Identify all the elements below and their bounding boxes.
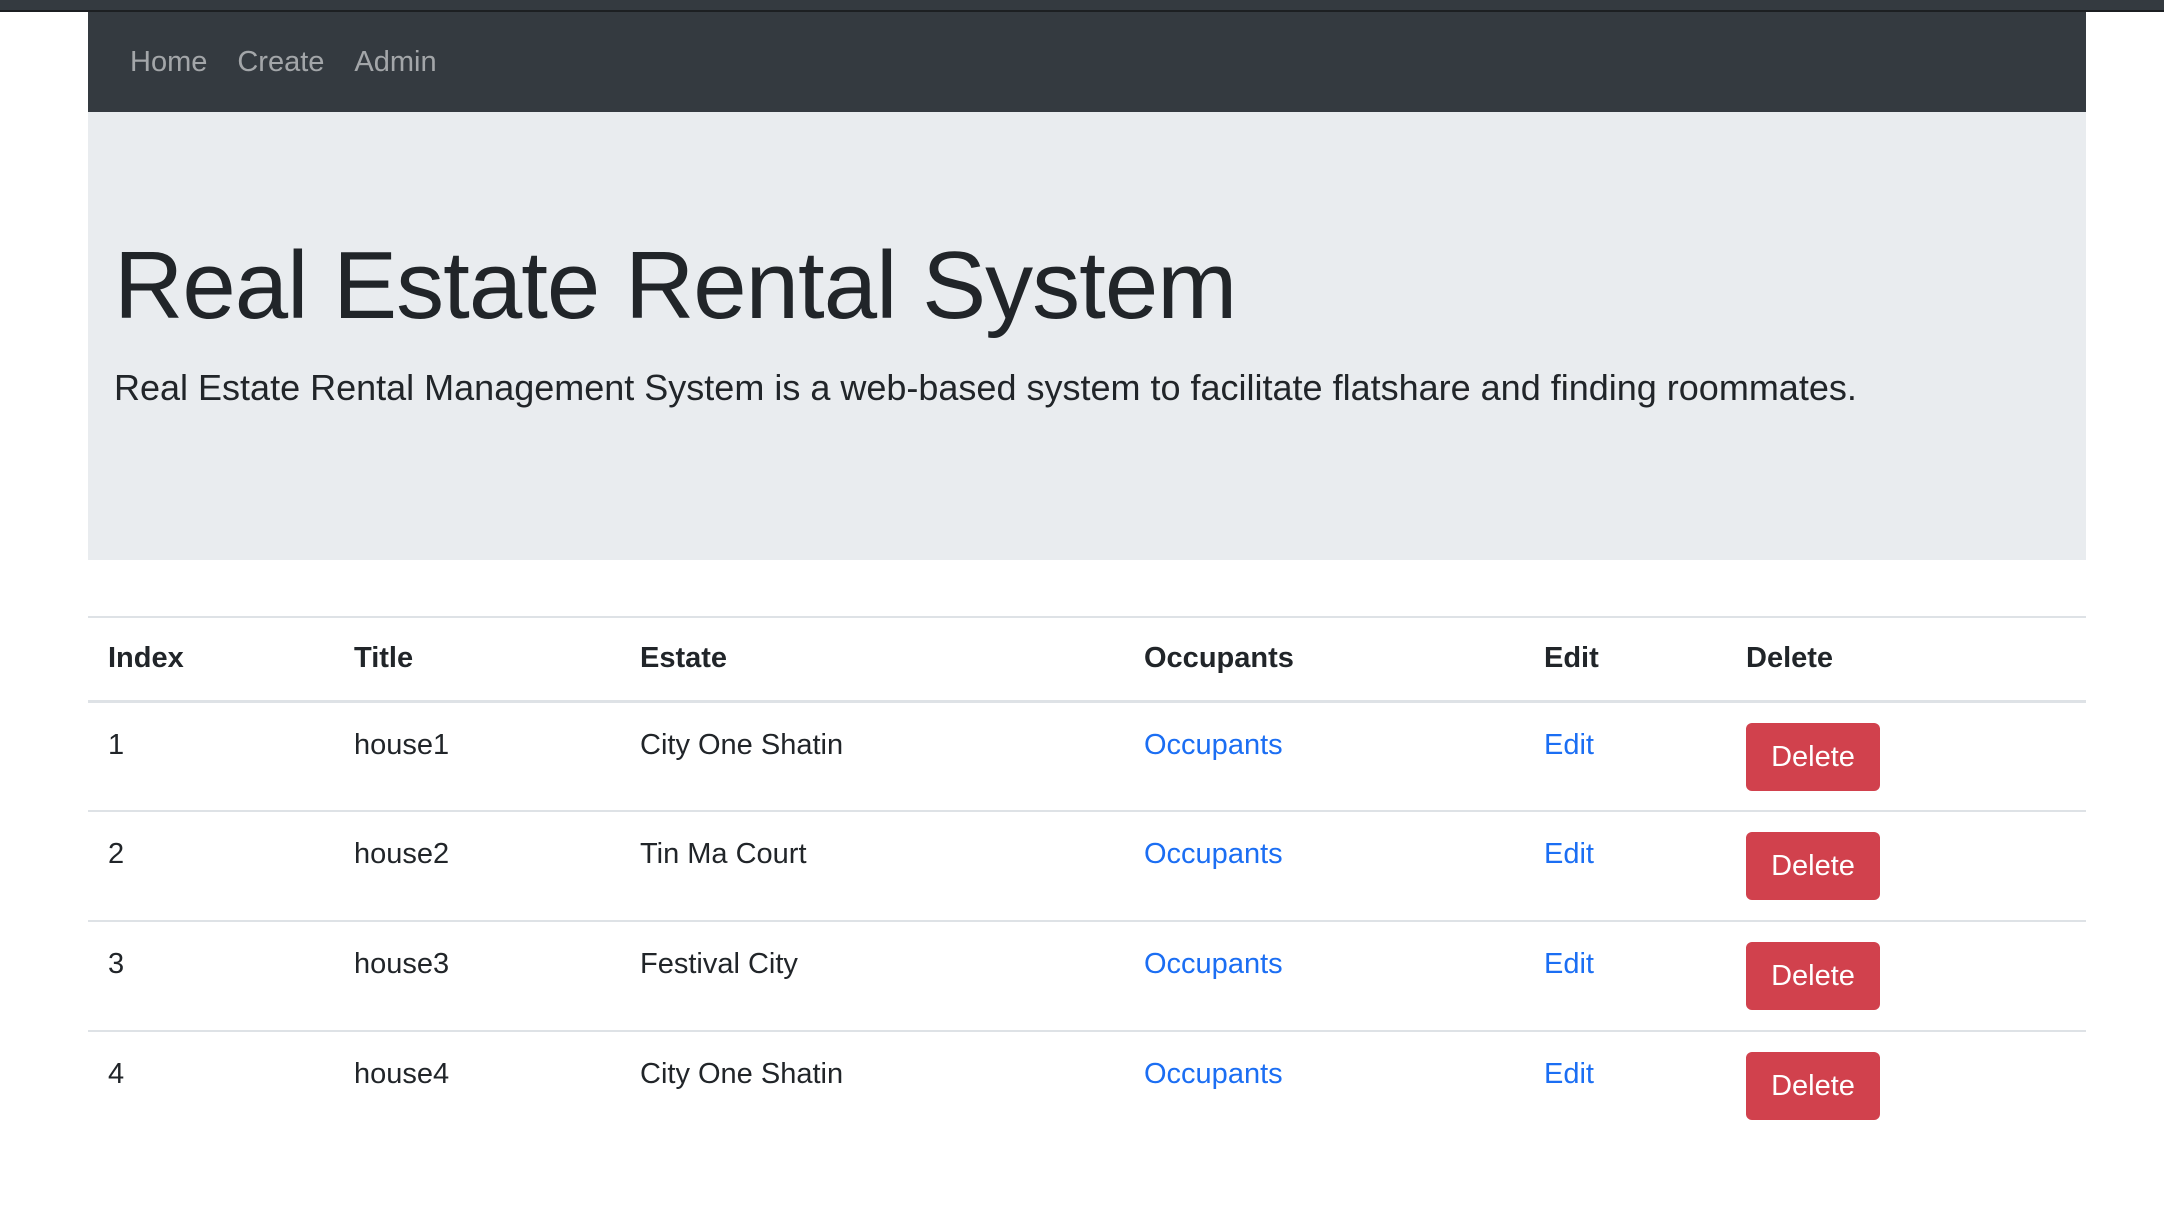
table-header-row: Index Title Estate Occupants Edit Delete [88,617,2086,701]
table-header: Index Title Estate Occupants Edit Delete [88,617,2086,701]
cell-estate: City One Shatin [640,728,844,761]
delete-button[interactable]: Delete [1746,832,1880,900]
cell-edit: Edit [1524,921,1726,1031]
cell-estate: Tin Ma Court [640,838,807,870]
delete-button[interactable]: Delete [1746,942,1880,1010]
cell-delete: Delete [1726,701,2086,811]
cell-delete: Delete [1726,921,2086,1031]
cell-occupants: Occupants [1124,701,1524,811]
table-row: 2 house2 Tin Ma Court Occupants Edit Del… [88,811,2086,921]
nav-admin-link[interactable]: Admin [354,46,436,79]
occupants-link[interactable]: Occupants [1144,948,1283,980]
header-edit: Edit [1544,642,1599,675]
top-navbar: Home Create Admin [88,12,2086,112]
cell-occupants: Occupants [1124,921,1524,1031]
nav-home-link[interactable]: Home [130,46,207,79]
cell-delete: Delete [1726,811,2086,921]
cell-occupants: Occupants [1124,1031,1524,1141]
header-delete: Delete [1746,642,1834,675]
cell-edit: Edit [1524,701,1726,811]
hero-banner: Real Estate Rental System Real Estate Re… [88,112,2086,560]
cell-index: 1 [108,728,125,761]
cell-delete: Delete [1726,1031,2086,1141]
cell-index: 3 [108,948,125,980]
header-estate: Estate [640,642,728,675]
header-occupants: Occupants [1144,642,1294,675]
cell-edit: Edit [1524,811,1726,921]
table-row: 3 house3 Festival City Occupants Edit De… [88,921,2086,1031]
houses-table: Index Title Estate Occupants Edit Delete… [88,616,2086,1141]
delete-button[interactable]: Delete [1746,1052,1880,1120]
table-row: 4 house4 City One Shatin Occupants Edit … [88,1031,2086,1141]
occupants-link[interactable]: Occupants [1144,729,1283,761]
cell-title: house2 [354,838,450,870]
page-title: Real Estate Rental System [114,232,1237,339]
occupants-link[interactable]: Occupants [1144,1058,1283,1090]
table-row: 1 house1 City One Shatin Occupants Edit … [88,701,2086,811]
page-container: Home Create Admin Real Estate Rental Sys… [88,12,2086,1120]
cell-occupants: Occupants [1124,811,1524,921]
cell-edit: Edit [1524,1031,1726,1141]
cell-index: 2 [108,838,125,870]
cell-estate: Festival City [640,948,798,980]
nav-create-link[interactable]: Create [237,46,324,79]
delete-button[interactable]: Delete [1746,722,1880,791]
header-index: Index [108,642,184,675]
cell-estate: City One Shatin [640,1058,844,1090]
edit-link[interactable]: Edit [1544,948,1594,980]
page-description: Real Estate Rental Management System is … [114,366,1857,408]
header-title: Title [354,642,414,675]
browser-top-strip [0,0,2164,12]
cell-title: house3 [354,948,450,980]
occupants-link[interactable]: Occupants [1144,838,1283,870]
cell-index: 4 [108,1058,125,1090]
cell-title: house4 [354,1058,450,1090]
edit-link[interactable]: Edit [1544,729,1594,761]
cell-title: house1 [354,728,450,761]
table-body: 1 house1 City One Shatin Occupants Edit … [88,701,2086,1141]
edit-link[interactable]: Edit [1544,838,1594,870]
edit-link[interactable]: Edit [1544,1058,1594,1090]
